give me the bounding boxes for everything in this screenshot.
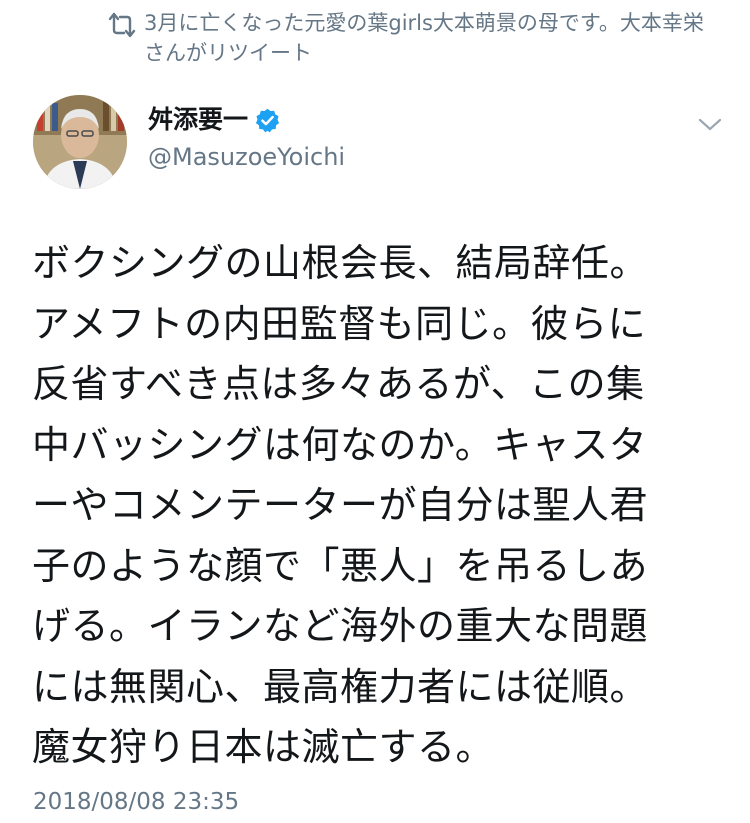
- tweet-text: ボクシングの山根会長、結局辞任。 アメフトの内田監督も同じ。彼らに 反省すべき点…: [32, 241, 649, 769]
- author-handle[interactable]: @MasuzoeYoichi: [148, 141, 345, 173]
- retweet-context-text[interactable]: 3月に亡くなった元愛の葉girls大本萌景の母です。大本幸栄さんがリツイート: [144, 8, 724, 68]
- retweet-context: 3月に亡くなった元愛の葉girls大本萌景の母です。大本幸栄さんがリツイート: [104, 8, 724, 68]
- author-display-name[interactable]: 舛添要一: [148, 103, 248, 137]
- chevron-down-icon[interactable]: [696, 112, 724, 136]
- author-name-row[interactable]: 舛添要一: [148, 103, 281, 137]
- avatar[interactable]: [33, 95, 127, 189]
- tweet-timestamp[interactable]: 2018/08/08 23:35: [33, 786, 239, 818]
- verified-badge-icon: [255, 108, 280, 132]
- retweet-icon: [108, 12, 136, 38]
- avatar-image: [33, 95, 127, 189]
